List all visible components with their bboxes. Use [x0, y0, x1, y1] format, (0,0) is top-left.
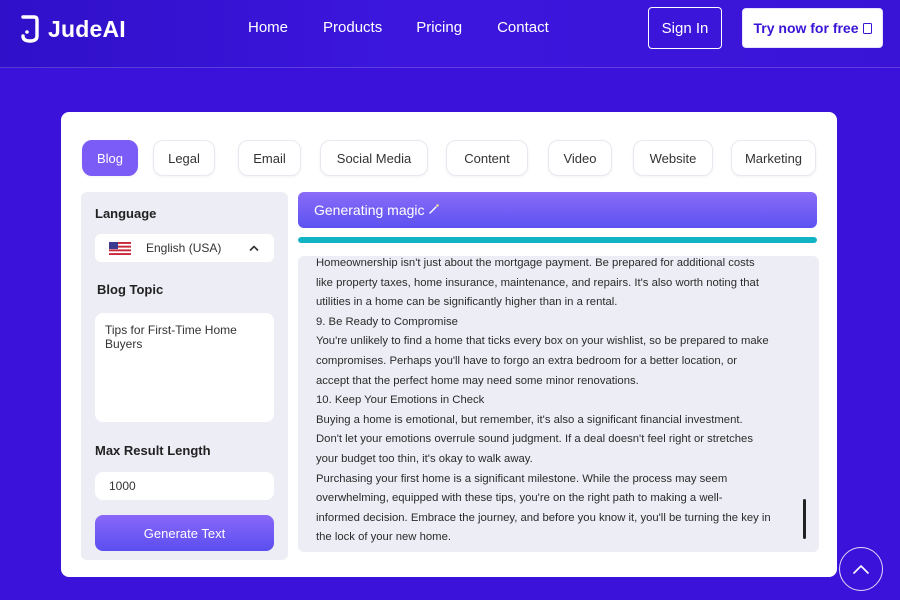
chevron-up-icon[interactable] — [249, 243, 259, 253]
tab-legal[interactable]: Legal — [153, 140, 215, 176]
output-line: informed decision. Embrace the journey, … — [316, 511, 771, 524]
scroll-to-top-button[interactable] — [839, 547, 883, 591]
tab-content[interactable]: Content — [446, 140, 528, 176]
us-flag-icon — [109, 242, 131, 255]
tab-blog[interactable]: Blog — [82, 140, 138, 176]
magic-wand-icon — [428, 204, 439, 214]
output-line: like property taxes, home insurance, mai… — [316, 276, 759, 289]
output-line: your budget too thin, it's okay to walk … — [316, 452, 533, 465]
status-message: Generating magic — [314, 202, 425, 218]
try-now-button[interactable]: Try now for free — [742, 8, 883, 48]
output-line: overwhelming, equipped with these tips, … — [316, 492, 723, 505]
generated-output[interactable]: Homeownership isn't just about the mortg… — [298, 256, 819, 552]
tab-email[interactable]: Email — [238, 140, 301, 176]
blog-topic-input[interactable]: Tips for First-Time Home Buyers — [95, 313, 274, 422]
max-length-label: Max Result Length — [95, 443, 211, 458]
logo-icon — [21, 15, 39, 43]
output-scrollbar[interactable] — [803, 499, 806, 539]
external-link-icon — [862, 22, 872, 34]
options-panel: Language English (USA) Blog Topic Tips f… — [81, 192, 288, 560]
main-nav: Home Products Pricing Contact — [248, 19, 549, 36]
output-text: Homeownership isn't just about the mortg… — [316, 256, 802, 548]
tab-video[interactable]: Video — [548, 140, 612, 176]
language-select[interactable]: English (USA) — [95, 234, 274, 262]
brand-name: JudeAI — [48, 15, 126, 42]
output-line: accept that the perfect home may need so… — [316, 374, 639, 387]
chevron-up-icon — [853, 565, 869, 574]
blog-topic-label: Blog Topic — [97, 282, 164, 297]
progress-bar — [298, 237, 817, 243]
output-line: You're unlikely to find a home that tick… — [316, 335, 769, 348]
try-now-label: Try now for free — [753, 20, 859, 36]
output-line: utilities in a home can be significantly… — [316, 296, 618, 309]
generate-text-button[interactable]: Generate Text — [95, 515, 274, 551]
site-header: JudeAI Home Products Pricing Contact Sig… — [0, 0, 900, 68]
output-line: compromises. Perhaps you'll have to forg… — [316, 354, 737, 367]
sign-in-button[interactable]: Sign In — [648, 7, 722, 49]
output-line: 10. Keep Your Emotions in Check — [316, 394, 485, 407]
brand-logo[interactable]: JudeAI — [20, 14, 126, 44]
nav-contact[interactable]: Contact — [497, 19, 549, 36]
tab-website[interactable]: Website — [633, 140, 713, 176]
tab-marketing[interactable]: Marketing — [731, 140, 816, 176]
output-line: Buying a home is emotional, but remember… — [316, 413, 743, 426]
generator-card: Blog Legal Email Social Media Content Vi… — [61, 112, 837, 577]
output-line: the lock of your new home. — [316, 531, 452, 544]
nav-pricing[interactable]: Pricing — [416, 19, 462, 36]
output-line: Purchasing your first home is a signific… — [316, 472, 728, 485]
language-label: Language — [95, 206, 157, 221]
output-line: Homeownership isn't just about the mortg… — [316, 257, 755, 269]
tab-social-media[interactable]: Social Media — [320, 140, 428, 176]
nav-products[interactable]: Products — [323, 19, 382, 36]
nav-home[interactable]: Home — [248, 19, 288, 36]
sign-in-label: Sign In — [661, 19, 709, 37]
max-length-input[interactable] — [95, 472, 274, 500]
output-line: Don't let your emotions overrule sound j… — [316, 433, 753, 446]
generation-status: Generating magic — [298, 192, 817, 228]
output-line: 9. Be Ready to Compromise — [316, 315, 458, 328]
language-value: English (USA) — [146, 241, 222, 255]
progress-fill — [298, 237, 817, 243]
